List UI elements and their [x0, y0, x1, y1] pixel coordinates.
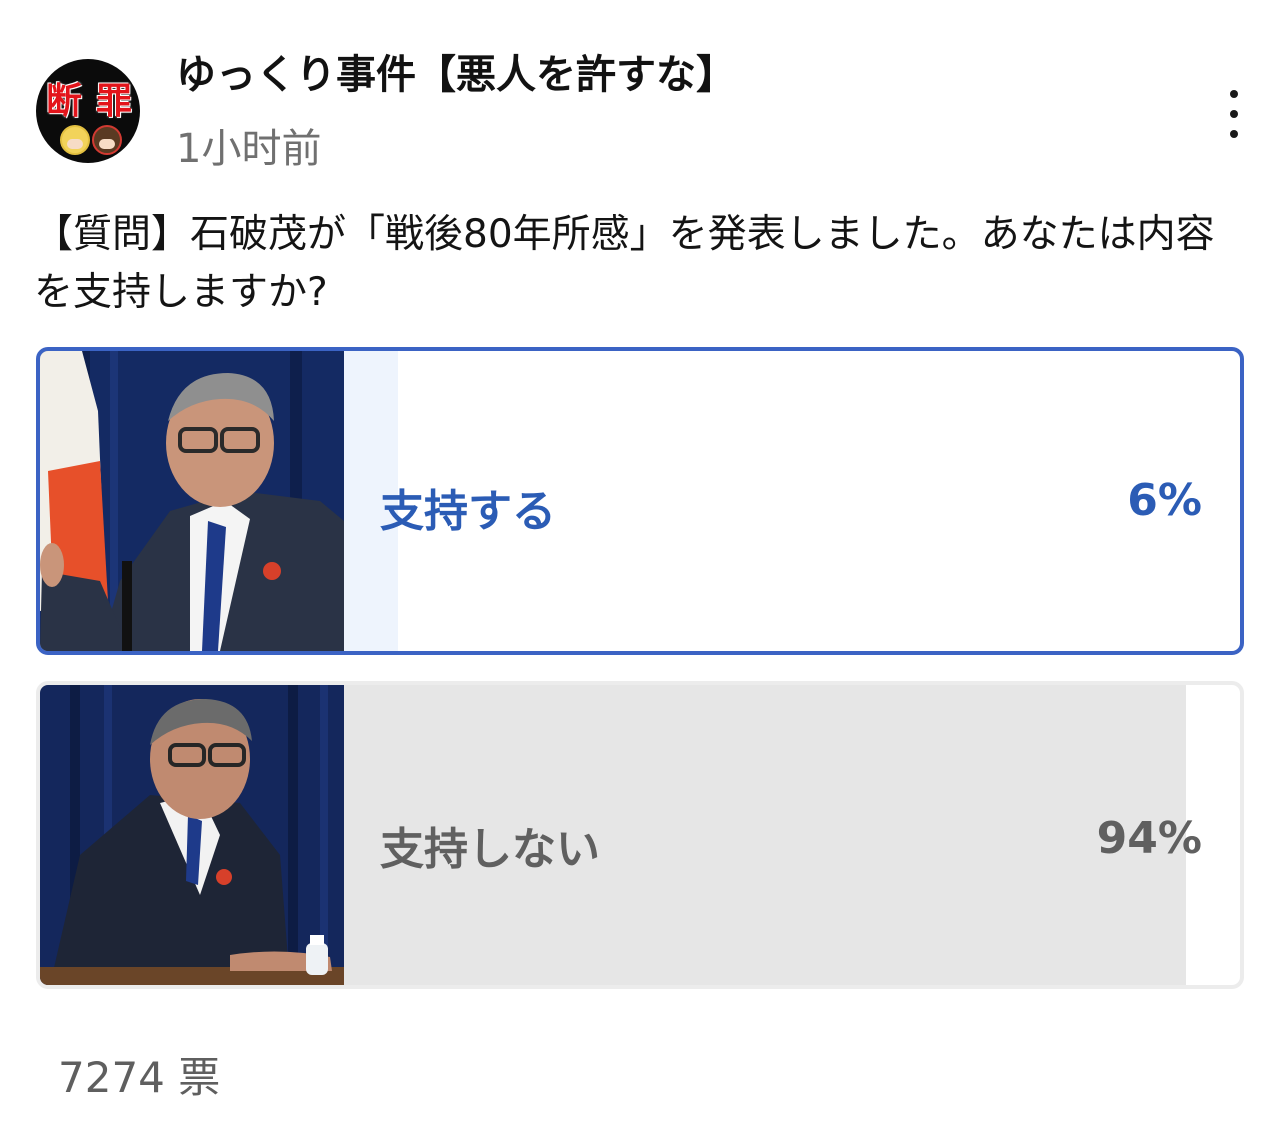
option-photo [40, 685, 344, 985]
option-percent: 6% [1127, 475, 1202, 526]
channel-avatar[interactable]: 断 罪 [36, 59, 140, 163]
post-timestamp: 1小时前 [176, 126, 322, 172]
avatar-character-left [60, 125, 90, 155]
avatar-kanji-left: 断 [45, 80, 82, 122]
vote-count: 7274 票 [58, 1053, 221, 1102]
more-vertical-icon[interactable] [1218, 84, 1250, 144]
more-dot [1230, 130, 1238, 138]
option-label: 支持する [380, 486, 556, 537]
post-header: 断 罪 ゆっくり事件【悪人を許すな】 1小时前 [34, 50, 1246, 190]
poll-option-oppose[interactable]: 支持しない 94% [36, 681, 1244, 989]
more-dot [1230, 90, 1238, 98]
poll-question: 【質問】石破茂が「戦後80年所感」を発表しました。あなたは内容を支持しますか? [34, 212, 1215, 315]
avatar-character-right [92, 125, 122, 155]
politician-photo-2 [40, 685, 344, 985]
option-percent: 94% [1096, 813, 1202, 864]
channel-name[interactable]: ゆっくり事件【悪人を許すな】 [176, 50, 736, 100]
politician-photo-1 [40, 351, 344, 651]
option-photo [40, 351, 344, 651]
more-dot [1230, 110, 1238, 118]
option-label: 支持しない [380, 824, 600, 875]
avatar-kanji-right: 罪 [95, 80, 132, 122]
poll-option-support[interactable]: 支持する 6% [36, 347, 1244, 655]
